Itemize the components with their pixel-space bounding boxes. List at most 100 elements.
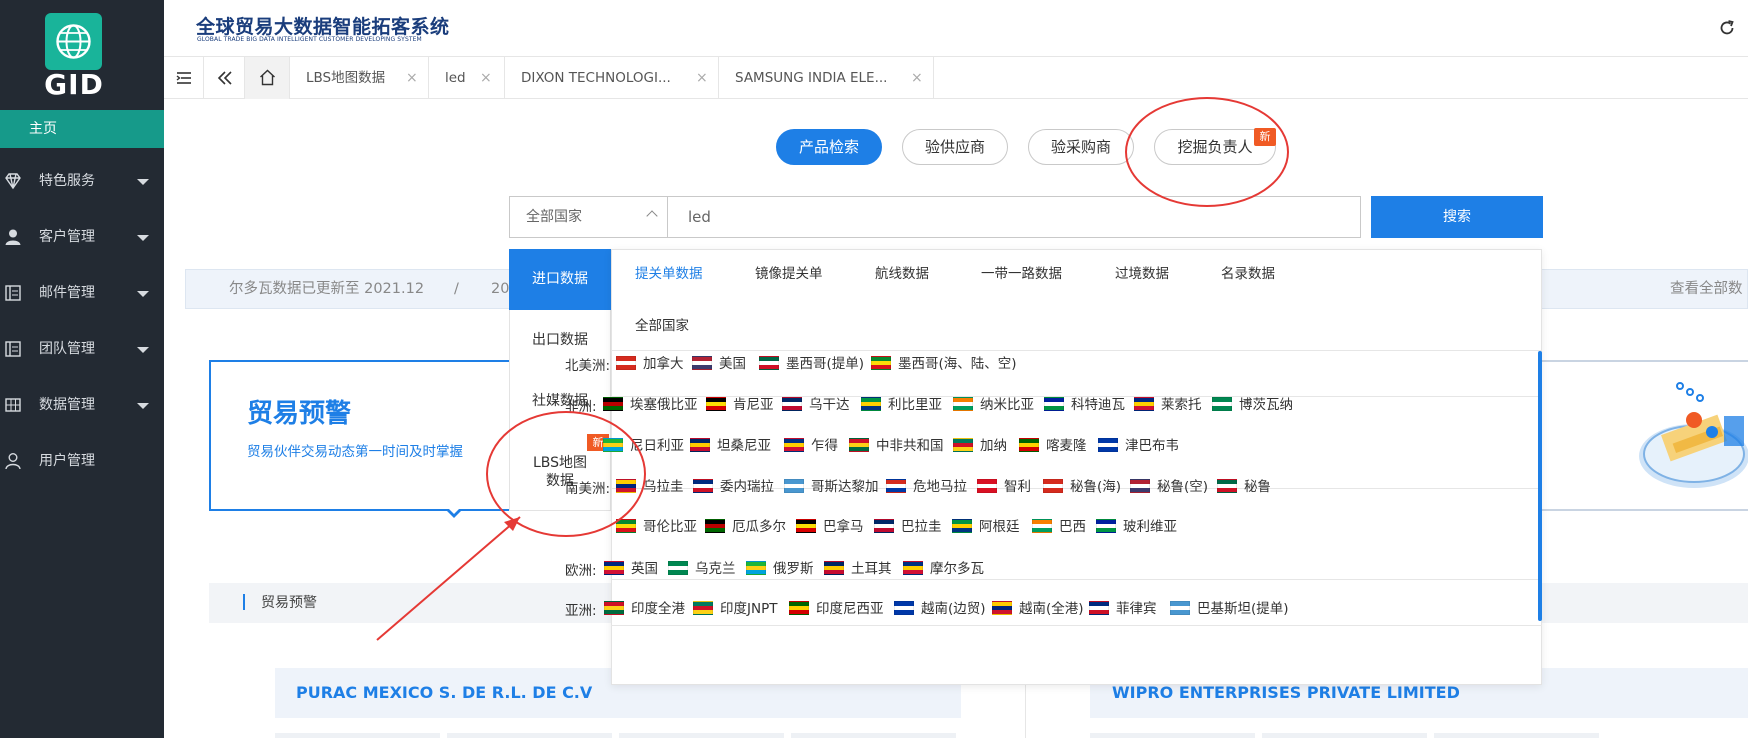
country-option[interactable]: 印度全港	[604, 599, 685, 619]
view-all-link[interactable]: 查看全部数	[1670, 269, 1743, 309]
country-name: 玻利维亚	[1123, 519, 1177, 535]
country-option[interactable]: 越南(全港)	[992, 599, 1084, 619]
country-option[interactable]: 秘鲁(海)	[1043, 477, 1121, 497]
country-option[interactable]: 玻利维亚	[1096, 517, 1177, 537]
country-option[interactable]: 菲律宾	[1089, 599, 1157, 619]
sidebar-item-mail[interactable]: 邮件管理	[0, 273, 164, 313]
flag-icon	[616, 356, 636, 370]
mode-verify-supplier-button[interactable]: 验供应商	[902, 129, 1008, 165]
data-tab-route-data[interactable]: 航线数据	[875, 249, 929, 299]
country-option[interactable]: 加纳	[953, 436, 1007, 456]
search-button[interactable]: 搜索	[1371, 196, 1543, 238]
close-icon[interactable]: ×	[480, 57, 492, 99]
tab-dixon[interactable]: DIXON TECHNOLOGI... ×	[505, 57, 719, 99]
tab-samsung[interactable]: SAMSUNG INDIA ELE... ×	[719, 57, 934, 99]
flag-icon	[705, 519, 725, 533]
dropdown-scrollbar[interactable]	[1538, 351, 1542, 621]
caret-down-icon	[137, 347, 149, 353]
country-name: 莱索托	[1161, 397, 1202, 413]
country-option[interactable]: 危地马拉	[886, 477, 967, 497]
country-option[interactable]: 秘鲁(空)	[1130, 477, 1208, 497]
country-option[interactable]: 英国	[604, 559, 658, 579]
country-option[interactable]: 巴基斯坦(提单)	[1170, 599, 1289, 619]
country-option[interactable]: 科特迪瓦	[1044, 395, 1125, 415]
search-input[interactable]	[667, 196, 1361, 238]
country-option[interactable]: 越南(边贸)	[894, 599, 986, 619]
data-tab-bill-of-lading[interactable]: 提关单数据	[635, 249, 703, 299]
country-option[interactable]: 纳米比亚	[953, 395, 1034, 415]
country-select[interactable]: 全部国家	[509, 196, 667, 238]
country-option[interactable]: 巴西	[1032, 517, 1086, 537]
info-bar-text: 尔多瓦数据已更新至 2021.12	[229, 281, 425, 297]
sidebar-item-customers[interactable]: 客户管理	[0, 217, 164, 257]
data-tab-transit[interactable]: 过境数据	[1115, 249, 1169, 299]
home-tab-icon[interactable]	[245, 57, 290, 99]
country-option[interactable]: 秘鲁	[1217, 477, 1271, 497]
country-name: 越南(全港)	[1019, 601, 1084, 617]
country-option[interactable]: 墨西哥(提单)	[759, 354, 864, 374]
sidebar-item-label: 客户管理	[39, 229, 95, 245]
refresh-icon[interactable]	[1718, 19, 1736, 37]
company-name-left[interactable]: PURAC MEXICO S. DE R.L. DE C.V	[296, 668, 592, 718]
data-tab-belt-road[interactable]: 一带一路数据	[981, 249, 1062, 299]
close-icon[interactable]: ×	[406, 57, 418, 99]
country-option[interactable]: 加拿大	[616, 354, 684, 374]
mode-verify-buyer-button[interactable]: 验采购商	[1028, 129, 1134, 165]
country-option[interactable]: 坦桑尼亚	[690, 436, 771, 456]
country-option[interactable]: 土耳其	[824, 559, 892, 579]
tab-led[interactable]: led ×	[429, 57, 505, 99]
country-option[interactable]: 乌拉圭	[616, 477, 684, 497]
country-option[interactable]: 肯尼亚	[706, 395, 774, 415]
country-option[interactable]: 印度JNPT	[693, 599, 777, 619]
category-import-data[interactable]: 进口数据	[509, 249, 611, 310]
sidebar-item-home[interactable]: 主页	[0, 110, 164, 148]
flag-icon	[693, 601, 713, 615]
country-option[interactable]: 美国	[692, 354, 746, 374]
country-option[interactable]: 博茨瓦纳	[1212, 395, 1293, 415]
trade-warning-card[interactable]	[209, 360, 554, 511]
country-option[interactable]: 尼日利亚	[603, 436, 684, 456]
country-option[interactable]: 喀麦隆	[1019, 436, 1087, 456]
country-option[interactable]: 俄罗斯	[746, 559, 814, 579]
close-icon[interactable]: ×	[911, 57, 923, 99]
data-tab-mirror-bill[interactable]: 镜像提关单	[755, 249, 823, 299]
country-option[interactable]: 印度尼西亚	[789, 599, 884, 619]
country-option[interactable]: 利比里亚	[861, 395, 942, 415]
country-option[interactable]: 智利	[977, 477, 1031, 497]
divider	[611, 579, 1542, 580]
sidebar-item-data[interactable]: 数据管理	[0, 385, 164, 425]
tab-lbs-map[interactable]: LBS地图数据 ×	[290, 57, 429, 99]
country-option[interactable]: 摩尔多瓦	[903, 559, 984, 579]
country-option[interactable]: 津巴布韦	[1098, 436, 1179, 456]
country-option[interactable]: 阿根廷	[952, 517, 1020, 537]
country-option[interactable]: 乍得	[784, 436, 838, 456]
data-tab-directory[interactable]: 名录数据	[1221, 249, 1275, 299]
country-option[interactable]: 巴拉圭	[874, 517, 942, 537]
country-option[interactable]: 墨西哥(海、陆、空)	[871, 354, 1017, 374]
country-option[interactable]: 巴拿马	[796, 517, 864, 537]
country-option[interactable]: 乌干达	[782, 395, 850, 415]
country-option[interactable]: 委内瑞拉	[693, 477, 774, 497]
caret-down-icon	[137, 179, 149, 185]
double-chevron-left-icon[interactable]	[204, 57, 245, 99]
country-option[interactable]: 哥斯达黎加	[784, 477, 879, 497]
all-countries-option[interactable]: 全部国家	[635, 305, 689, 347]
sidebar-item-featured-services[interactable]: 特色服务	[0, 161, 164, 201]
flag-icon	[668, 561, 688, 575]
country-option[interactable]: 中非共和国	[849, 436, 944, 456]
close-icon[interactable]: ×	[696, 57, 708, 99]
country-option[interactable]: 哥伦比亚	[616, 517, 697, 537]
sidebar-item-users[interactable]: 用户管理	[0, 441, 164, 481]
country-name: 土耳其	[851, 561, 892, 577]
flag-icon	[953, 438, 973, 452]
country-name: 乌干达	[809, 397, 850, 413]
country-option[interactable]: 厄瓜多尔	[705, 517, 786, 537]
country-option[interactable]: 乌克兰	[668, 559, 736, 579]
mode-product-search-button[interactable]: 产品检索	[776, 129, 882, 165]
info-bar-text-2: 20	[491, 281, 510, 297]
menu-toggle-icon[interactable]	[164, 57, 204, 99]
sidebar-item-team[interactable]: 团队管理	[0, 329, 164, 369]
country-option[interactable]: 莱索托	[1134, 395, 1202, 415]
country-option[interactable]: 埃塞俄比亚	[603, 395, 698, 415]
logo-globe-icon[interactable]	[45, 13, 102, 70]
